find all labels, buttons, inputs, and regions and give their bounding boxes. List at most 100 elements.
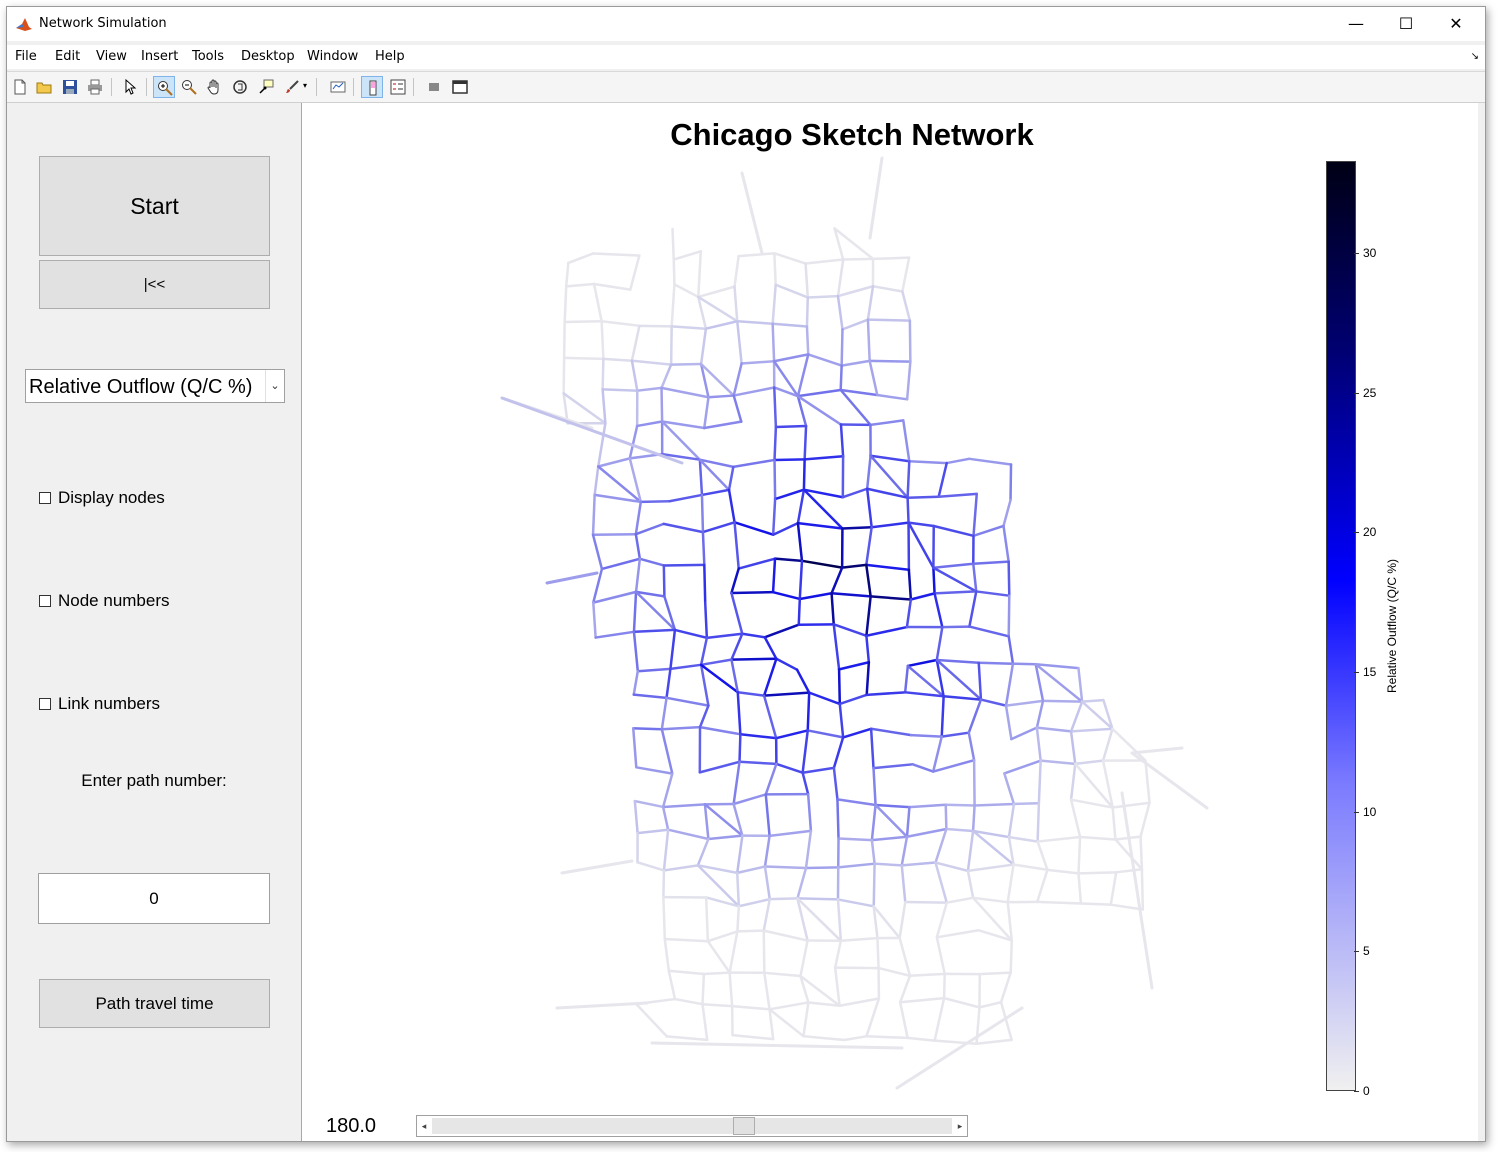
checkbox-box[interactable] (39, 698, 51, 710)
brush-icon[interactable] (281, 76, 303, 98)
network-link (836, 294, 844, 331)
network-link (732, 760, 741, 806)
colorbar-tick-label: 0 (1363, 1084, 1370, 1098)
network-link (833, 966, 880, 970)
dock-arrow-icon[interactable]: ↘ (1471, 51, 1479, 62)
network-link (869, 727, 875, 770)
network-link (735, 865, 767, 875)
dock-icon[interactable] (449, 76, 471, 98)
network-link (870, 521, 910, 529)
network-link (841, 318, 870, 331)
network-link (696, 837, 710, 867)
zoom-out-icon[interactable] (178, 76, 200, 98)
maximize-button[interactable]: ☐ (1381, 7, 1431, 41)
legend-icon[interactable] (387, 76, 409, 98)
menu-insert[interactable]: Insert (141, 49, 178, 64)
network-link (738, 733, 742, 764)
rewind-button[interactable]: |<< (39, 260, 270, 309)
network-link (1140, 867, 1145, 911)
network-link (632, 669, 640, 696)
colorbar-icon[interactable] (361, 76, 383, 98)
network-link (762, 694, 778, 740)
network-link (972, 562, 978, 593)
menu-view[interactable]: View (96, 49, 127, 64)
menu-tools[interactable]: Tools (192, 49, 224, 64)
pointer-icon[interactable] (119, 76, 141, 98)
chevron-down-icon[interactable]: ⌄ (265, 370, 284, 402)
colorbar[interactable] (1326, 161, 1356, 1091)
network-link (665, 667, 672, 700)
network-link (796, 388, 842, 398)
network-link (931, 758, 976, 773)
network-link (634, 522, 665, 536)
checkbox-box[interactable] (39, 492, 51, 504)
network-link (865, 660, 871, 697)
network-link (634, 1002, 669, 1038)
network-link (966, 863, 1015, 873)
brush-dropdown-icon[interactable]: ▾ (303, 81, 307, 90)
network-link (702, 971, 731, 976)
data-cursor-icon[interactable] (255, 76, 277, 98)
network-link (842, 1035, 868, 1042)
save-icon[interactable] (59, 76, 81, 98)
network-link (968, 590, 978, 628)
network-link (638, 557, 666, 567)
network-link (868, 156, 884, 240)
slider-thumb[interactable] (733, 1117, 755, 1135)
path-number-input[interactable]: 0 (38, 873, 270, 924)
network-link (773, 557, 804, 563)
network-link (836, 258, 845, 298)
rotate-3d-icon[interactable] (229, 76, 251, 98)
hide-tools-icon[interactable] (423, 76, 445, 98)
pan-icon[interactable] (203, 76, 225, 98)
network-link (773, 425, 778, 462)
zoom-in-icon[interactable] (153, 76, 175, 98)
open-file-icon[interactable] (33, 76, 55, 98)
metric-select[interactable]: Relative Outflow (Q/C %) ⌄ (25, 369, 285, 403)
network-link (704, 896, 710, 943)
network-link (635, 766, 674, 775)
time-slider[interactable]: ◂ ▸ (416, 1115, 968, 1137)
network-link (1002, 498, 1012, 528)
network-link (699, 636, 709, 667)
new-figure-icon[interactable] (9, 76, 31, 98)
start-button[interactable]: Start (39, 156, 270, 256)
network-link (932, 562, 975, 570)
menu-desktop[interactable]: Desktop (241, 49, 295, 64)
slider-left-arrow-icon[interactable]: ◂ (417, 1116, 431, 1136)
network-link (738, 760, 778, 766)
menu-window[interactable]: Window (307, 49, 358, 64)
menu-edit[interactable]: Edit (55, 49, 80, 64)
network-link (840, 359, 871, 367)
network-link (833, 939, 843, 969)
network-link (1041, 699, 1084, 703)
network-link (872, 862, 876, 908)
menu-help[interactable]: Help (375, 49, 405, 64)
network-link (632, 693, 668, 700)
link-plot-icon[interactable] (327, 76, 349, 98)
network-link (630, 359, 673, 366)
network-link (630, 359, 639, 392)
network-link (673, 283, 700, 299)
network-link (975, 590, 1011, 597)
network-link (833, 227, 875, 261)
path-travel-time-button[interactable]: Path travel time (39, 979, 270, 1028)
network-link (1035, 900, 1083, 905)
menu-file[interactable]: File (15, 49, 37, 64)
network-link (638, 324, 673, 328)
minimize-button[interactable]: — (1331, 7, 1381, 41)
network-link (635, 420, 664, 428)
slider-right-arrow-icon[interactable]: ▸ (953, 1116, 967, 1136)
network-map[interactable] (302, 103, 1478, 1141)
network-link (666, 828, 710, 841)
close-button[interactable]: ✕ (1431, 7, 1481, 41)
network-link (567, 252, 595, 265)
network-link (700, 488, 731, 497)
checkbox-box[interactable] (39, 595, 51, 607)
network-link (937, 461, 948, 499)
network-link (592, 601, 597, 639)
network-link (672, 250, 703, 261)
print-icon[interactable] (84, 76, 106, 98)
network-link (700, 493, 705, 534)
slider-track[interactable] (432, 1117, 952, 1135)
